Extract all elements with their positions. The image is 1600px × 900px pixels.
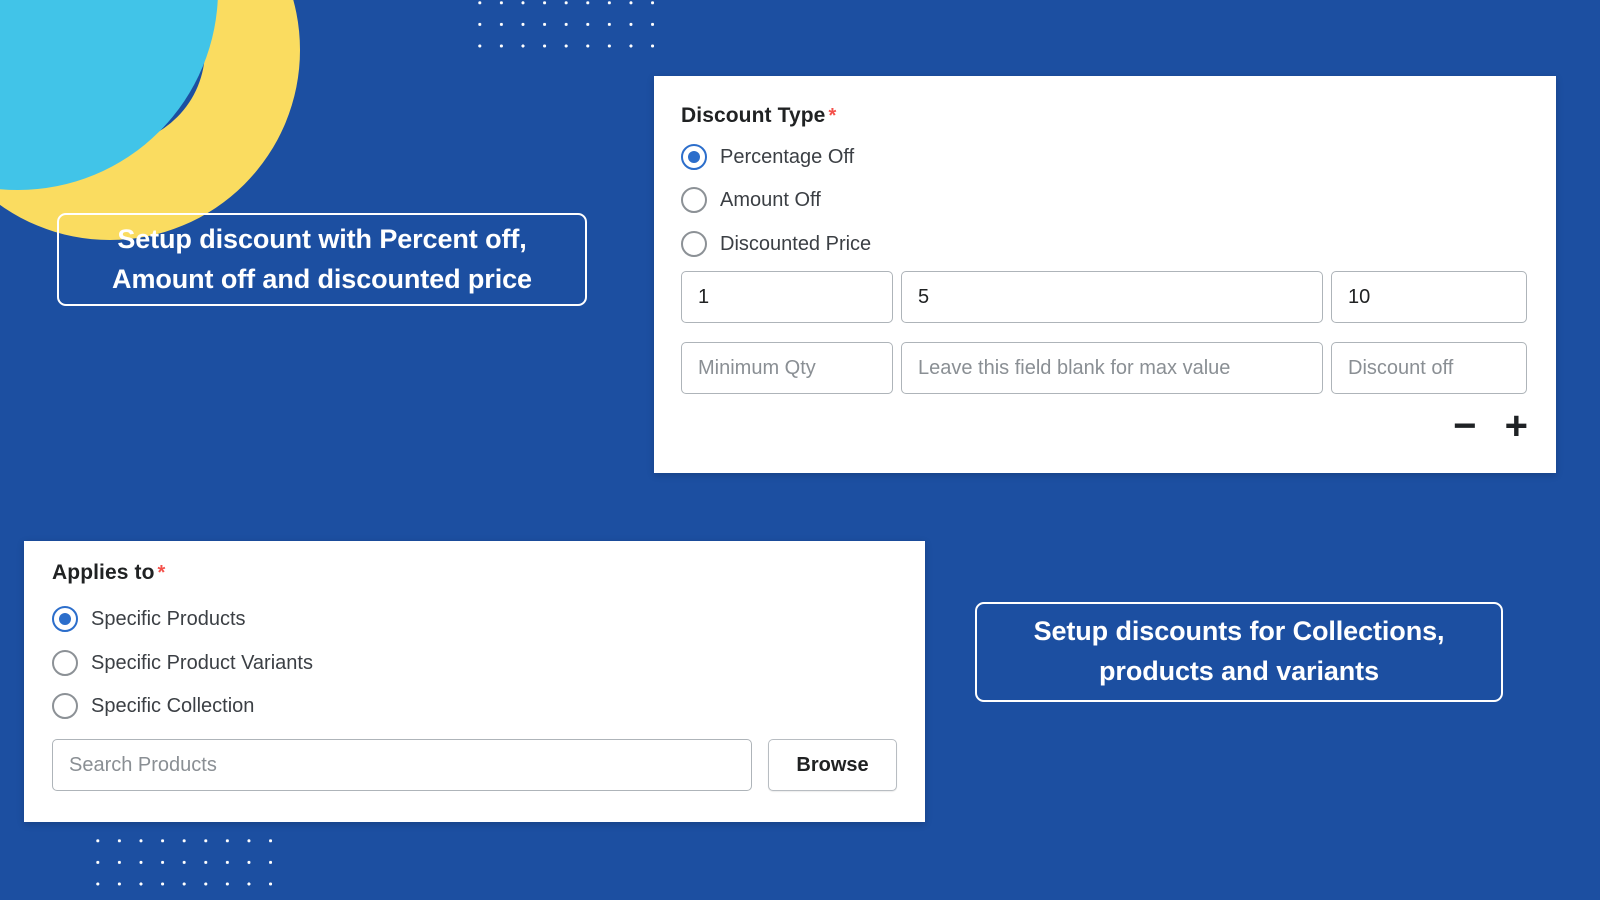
radio-label-amount-off: Amount Off: [720, 188, 821, 211]
radio-option-percentage-off[interactable]: Percentage Off: [681, 144, 854, 170]
radio-label-discounted-price: Discounted Price: [720, 232, 872, 255]
radio-label-specific-products: Specific Products: [91, 607, 246, 630]
row-stepper-controls: − +: [1453, 406, 1528, 446]
add-row-button[interactable]: +: [1505, 406, 1528, 446]
dot-grid-top: [469, 0, 669, 54]
yellow-ring-shape: [0, 0, 300, 240]
radio-icon-specific-product-variants[interactable]: [52, 650, 78, 676]
input-maximum-qty-value[interactable]: 5: [901, 271, 1323, 323]
applies-to-label: Applies to: [52, 561, 155, 584]
cyan-circle-shape: [0, 0, 218, 190]
radio-option-specific-product-variants[interactable]: Specific Product Variants: [52, 650, 313, 676]
radio-icon-specific-collection[interactable]: [52, 693, 78, 719]
radio-icon-amount-off[interactable]: [681, 187, 707, 213]
dot-grid-bottom: [87, 830, 287, 892]
radio-option-specific-collection[interactable]: Specific Collection: [52, 693, 254, 719]
search-products-input[interactable]: Search Products: [52, 739, 752, 791]
callout-applies-to: Setup discounts for Collections, product…: [975, 602, 1503, 702]
applies-to-label-row: Applies to *: [52, 561, 165, 585]
browse-button[interactable]: Browse: [768, 739, 897, 791]
radio-icon-discounted-price[interactable]: [681, 231, 707, 257]
radio-label-percentage-off: Percentage Off: [720, 145, 855, 168]
discount-type-card: Discount Type * Percentage Off Amount Off…: [654, 76, 1556, 473]
input-maximum-qty-placeholder[interactable]: Leave this field blank for max value: [901, 342, 1323, 394]
callout-discount-types: Setup discount with Percent off, Amount …: [57, 213, 587, 306]
input-discount-off-placeholder[interactable]: Discount off: [1331, 342, 1527, 394]
radio-icon-percentage-off[interactable]: [681, 144, 707, 170]
radio-label-specific-collection: Specific Collection: [91, 694, 255, 717]
applies-to-card: Applies to * Specific Products Specific P…: [24, 541, 925, 822]
remove-row-button[interactable]: −: [1453, 406, 1476, 446]
radio-icon-specific-products[interactable]: [52, 606, 78, 632]
radio-option-amount-off[interactable]: Amount Off: [681, 187, 821, 213]
discount-type-label-row: Discount Type *: [681, 104, 836, 128]
radio-label-specific-product-variants: Specific Product Variants: [91, 651, 313, 674]
required-asterisk: *: [157, 562, 166, 584]
radio-option-discounted-price[interactable]: Discounted Price: [681, 231, 871, 257]
discount-type-label: Discount Type: [681, 104, 826, 127]
input-discount-off-value[interactable]: 10: [1331, 271, 1527, 323]
required-asterisk: *: [828, 105, 837, 127]
input-minimum-qty-value[interactable]: 1: [681, 271, 893, 323]
radio-option-specific-products[interactable]: Specific Products: [52, 606, 246, 632]
input-minimum-qty-placeholder[interactable]: Minimum Qty: [681, 342, 893, 394]
